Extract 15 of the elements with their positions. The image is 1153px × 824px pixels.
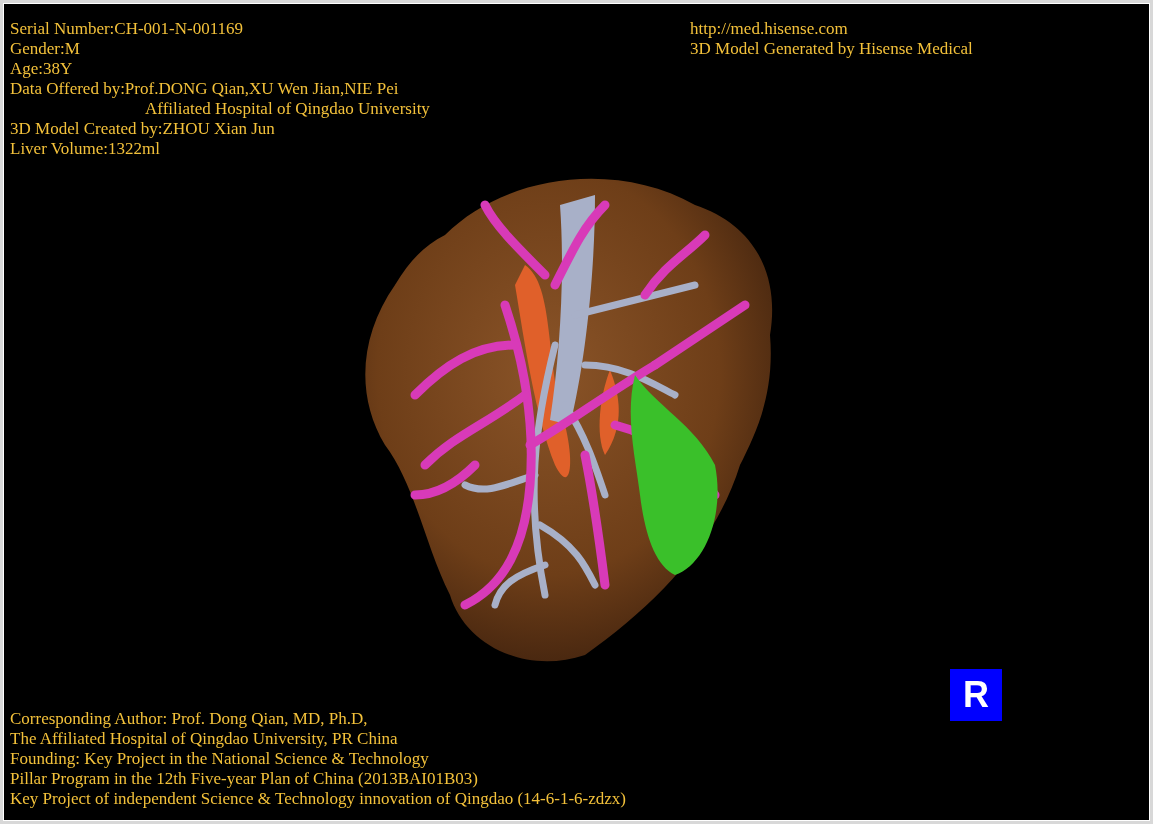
info-text: Affiliated Hospital of Qingdao University — [144, 99, 431, 119]
info-text: Liver Volume:1322ml — [10, 139, 161, 159]
info-text: Age:38Y — [10, 59, 74, 79]
orientation-label: R — [950, 669, 1002, 721]
info-text: 3D Model Generated by Hisense Medical — [690, 39, 973, 59]
info-text: Corresponding Author: Prof. Dong Qian, MD, Ph.D, — [10, 709, 369, 729]
info-text: Gender:M — [10, 39, 81, 59]
info-text: Pillar Program in the 12th Five-year Plan of China (2013BAI01B03) — [10, 769, 479, 789]
info-text: http://med.hisense.com — [690, 19, 849, 39]
info-text: Serial Number:CH-001-N-001169 — [10, 19, 245, 39]
info-text: 3D Model Created by:ZHOU Xian Jun — [10, 119, 276, 139]
info-text: Data Offered by:Prof.DONG Qian,XU Wen Jian,NIE Pei — [10, 79, 400, 99]
info-text: The Affiliated Hospital of Qingdao University, PR China — [10, 729, 399, 749]
info-text: Key Project of independent Science & Technology innovation of Qingdao (14-6-1-6-zdzx) — [10, 789, 627, 809]
info-text: Founding: Key Project in the National Science & Technology — [10, 749, 430, 769]
